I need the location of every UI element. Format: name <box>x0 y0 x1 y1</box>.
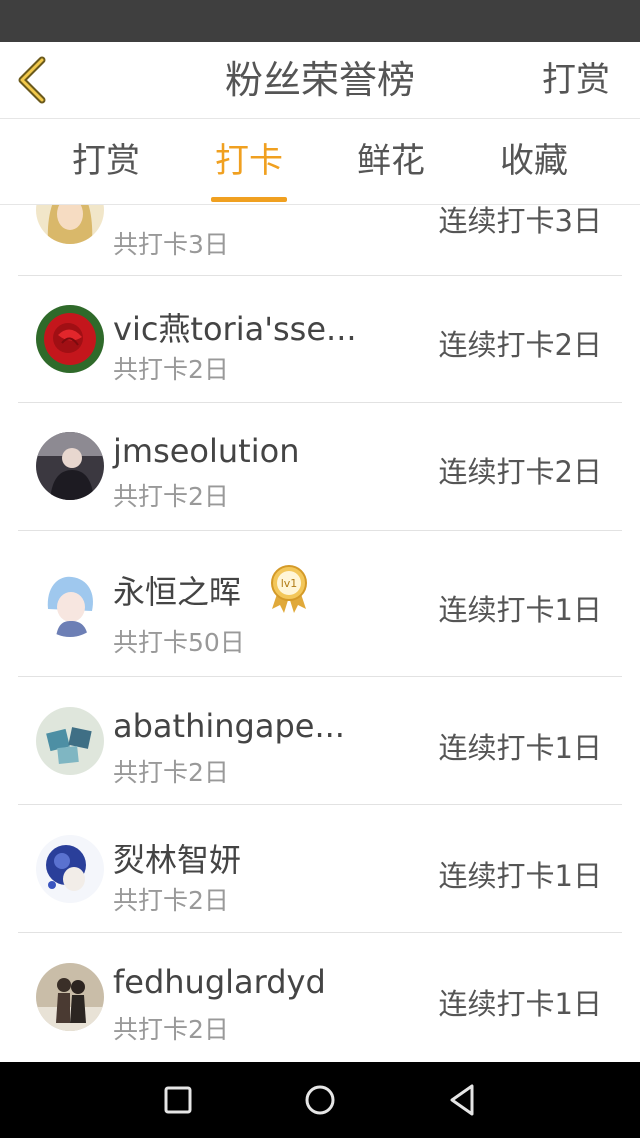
user-name: fedhuglardyd <box>113 963 326 1001</box>
total-checkins: 共打卡2日 <box>113 886 229 915</box>
total-checkins: 共打卡2日 <box>113 482 229 511</box>
recent-apps-icon[interactable] <box>156 1078 200 1122</box>
tab-favorites[interactable]: 收藏 <box>474 119 594 204</box>
tab-flowers[interactable]: 鲜花 <box>331 119 451 204</box>
level-badge-icon: lv1 <box>268 563 310 613</box>
tab-checkin[interactable]: 打卡 <box>189 119 309 204</box>
tab-label: 打卡 <box>215 141 283 181</box>
list-item[interactable]: fedhuglardyd 共打卡2日 连续打卡1日 <box>18 933 622 1062</box>
home-icon[interactable] <box>298 1078 342 1122</box>
total-checkins: 共打卡2日 <box>113 758 229 787</box>
user-name: vic燕toria'sse... <box>113 310 357 348</box>
total-checkins: 共打卡50日 <box>113 628 245 657</box>
tab-reward[interactable]: 打赏 <box>46 119 166 204</box>
streak-label: 连续打卡2日 <box>438 455 602 489</box>
status-bar <box>0 0 640 42</box>
tab-bar: 打赏 打卡 鲜花 收藏 <box>0 119 640 205</box>
system-nav-bar <box>0 1062 640 1138</box>
total-checkins: 共打卡3日 <box>113 230 229 259</box>
avatar <box>36 305 104 373</box>
streak-label: 连续打卡2日 <box>438 328 602 362</box>
user-name: 永恒之晖 <box>113 573 242 611</box>
list-item[interactable]: vic燕toria'sse... 共打卡2日 连续打卡2日 <box>18 276 622 403</box>
user-name: jmseolution <box>113 432 300 470</box>
list-item[interactable]: jmseolution 共打卡2日 连续打卡2日 <box>18 403 622 531</box>
list-item[interactable]: 永恒之晖 lv1 共打卡50日 连续打卡1日 <box>18 531 622 677</box>
streak-label: 连续打卡1日 <box>438 859 602 893</box>
active-tab-indicator <box>211 197 287 202</box>
user-name: 烮林智妍 <box>113 841 242 879</box>
tab-label: 打赏 <box>72 141 140 181</box>
header: 粉丝荣誉榜 打赏 <box>0 42 640 119</box>
ranking-list[interactable]: 共打卡3日 连续打卡3日 vic燕toria'sse... 共打卡2日 连续打卡… <box>0 205 640 1062</box>
avatar <box>36 569 104 637</box>
total-checkins: 共打卡2日 <box>113 1015 229 1044</box>
list-item[interactable]: abathingape... 共打卡2日 连续打卡1日 <box>18 677 622 805</box>
list-item[interactable]: 共打卡3日 连续打卡3日 <box>18 205 622 276</box>
tab-label: 收藏 <box>500 141 568 181</box>
streak-label: 连续打卡1日 <box>438 987 602 1021</box>
streak-label: 连续打卡1日 <box>438 593 602 627</box>
avatar <box>36 963 104 1031</box>
tab-label: 鲜花 <box>357 141 425 181</box>
avatar <box>36 707 104 775</box>
streak-label: 连续打卡1日 <box>438 731 602 765</box>
user-name: abathingape... <box>113 707 345 745</box>
badge-level-text: lv1 <box>281 577 298 590</box>
back-triangle-icon[interactable] <box>440 1078 484 1122</box>
total-checkins: 共打卡2日 <box>113 355 229 384</box>
list-item[interactable]: 烮林智妍 共打卡2日 连续打卡1日 <box>18 805 622 933</box>
avatar <box>36 835 104 903</box>
avatar <box>36 205 104 244</box>
reward-action-button[interactable]: 打赏 <box>542 42 610 118</box>
streak-label: 连续打卡3日 <box>438 205 602 238</box>
avatar <box>36 432 104 500</box>
